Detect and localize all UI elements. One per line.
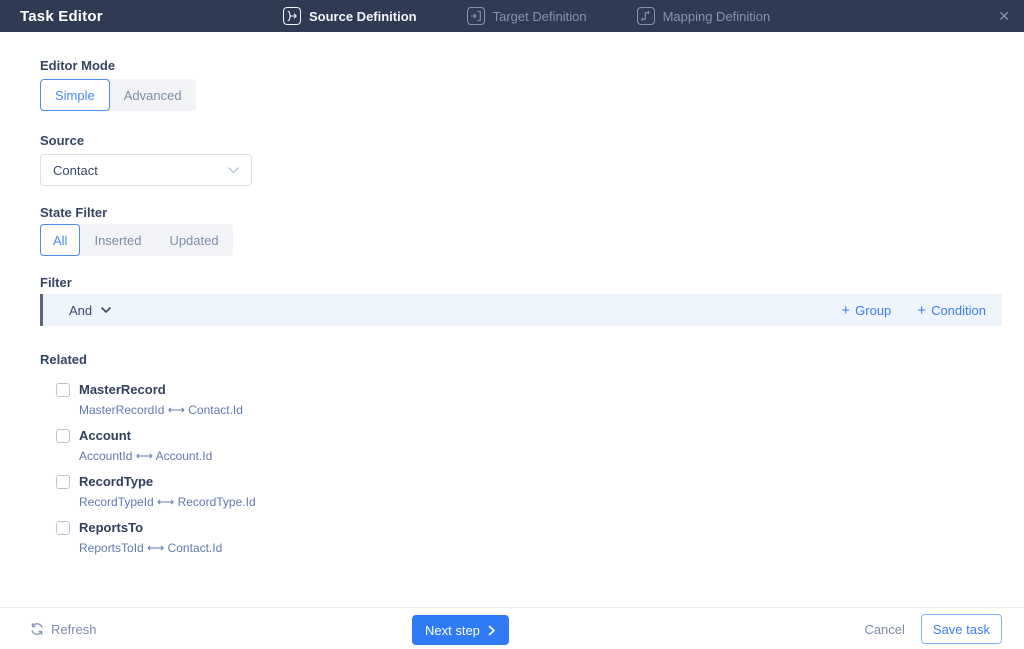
target-definition-icon <box>467 7 485 25</box>
editor-mode-switch: Simple Advanced <box>40 79 196 111</box>
state-filter-updated-button[interactable]: Updated <box>155 224 232 256</box>
tab-label: Mapping Definition <box>663 9 771 24</box>
source-label: Source <box>40 133 84 148</box>
related-item-mapping: RecordTypeId ⟷ RecordType.Id <box>79 495 256 509</box>
related-item-account: Account AccountId ⟷ Account.Id <box>56 428 212 463</box>
related-item-row[interactable]: ReportsTo <box>56 520 222 535</box>
footer-actions: Cancel Save task <box>864 608 1002 649</box>
related-item-mapping: ReportsToId ⟷ Contact.Id <box>79 541 222 555</box>
editor-mode-simple-button[interactable]: Simple <box>40 79 110 111</box>
next-step-label: Next step <box>425 623 480 638</box>
related-item-reportsto: ReportsTo ReportsToId ⟷ Contact.Id <box>56 520 222 555</box>
plus-icon: + <box>841 303 850 318</box>
add-condition-label: Condition <box>931 303 986 318</box>
state-filter-label: State Filter <box>40 205 107 220</box>
filter-operator-dropdown[interactable]: And <box>69 303 111 318</box>
footer-bar: Refresh Next step Cancel Save task <box>0 607 1024 649</box>
refresh-label: Refresh <box>51 622 97 637</box>
recordtype-checkbox[interactable] <box>56 475 70 489</box>
chevron-down-icon <box>228 167 239 174</box>
related-item-row[interactable]: MasterRecord <box>56 382 243 397</box>
window-title: Task Editor <box>20 0 103 32</box>
source-select[interactable]: Contact <box>40 154 252 186</box>
save-task-button[interactable]: Save task <box>921 614 1002 644</box>
related-item-name: MasterRecord <box>79 382 166 397</box>
add-condition-button[interactable]: + Condition <box>917 303 986 318</box>
add-group-button[interactable]: + Group <box>841 303 891 318</box>
task-editor-window: Task Editor Source Definition <box>0 0 1024 649</box>
related-item-row[interactable]: RecordType <box>56 474 256 489</box>
filter-condition-bar: And + Group + Condition <box>40 294 1002 326</box>
filter-label: Filter <box>40 275 72 290</box>
state-filter-inserted-button[interactable]: Inserted <box>80 224 155 256</box>
masterrecord-checkbox[interactable] <box>56 383 70 397</box>
source-definition-icon <box>283 7 301 25</box>
plus-icon: + <box>917 303 926 318</box>
tab-label: Source Definition <box>309 9 417 24</box>
tab-mapping-definition[interactable]: Mapping Definition <box>637 7 771 25</box>
reportsto-checkbox[interactable] <box>56 521 70 535</box>
account-checkbox[interactable] <box>56 429 70 443</box>
related-item-name: RecordType <box>79 474 153 489</box>
tab-source-definition[interactable]: Source Definition <box>283 7 417 25</box>
state-filter-switch: All Inserted Updated <box>40 224 233 256</box>
tab-label: Target Definition <box>493 9 587 24</box>
related-item-row[interactable]: Account <box>56 428 212 443</box>
cancel-button[interactable]: Cancel <box>864 622 904 637</box>
definition-tabs: Source Definition Target Definition <box>283 0 770 32</box>
related-item-masterrecord: MasterRecord MasterRecordId ⟷ Contact.Id <box>56 382 243 417</box>
related-item-name: ReportsTo <box>79 520 143 535</box>
mapping-definition-icon <box>637 7 655 25</box>
filter-operator-value: And <box>69 303 92 318</box>
source-select-value: Contact <box>53 163 228 178</box>
editor-mode-label: Editor Mode <box>40 58 115 73</box>
refresh-icon <box>30 622 44 636</box>
related-item-recordtype: RecordType RecordTypeId ⟷ RecordType.Id <box>56 474 256 509</box>
filter-actions: + Group + Condition <box>841 303 986 318</box>
header-bar: Task Editor Source Definition <box>0 0 1024 32</box>
related-item-name: Account <box>79 428 131 443</box>
refresh-button[interactable]: Refresh <box>30 608 97 649</box>
add-group-label: Group <box>855 303 891 318</box>
next-step-button[interactable]: Next step <box>412 615 509 645</box>
chevron-down-icon <box>101 307 111 313</box>
close-icon[interactable]: ✕ <box>998 0 1010 32</box>
state-filter-all-button[interactable]: All <box>40 224 80 256</box>
chevron-right-icon <box>488 625 496 636</box>
editor-mode-advanced-button[interactable]: Advanced <box>110 79 196 111</box>
related-item-mapping: MasterRecordId ⟷ Contact.Id <box>79 403 243 417</box>
related-label: Related <box>40 352 87 367</box>
tab-target-definition[interactable]: Target Definition <box>467 7 587 25</box>
related-item-mapping: AccountId ⟷ Account.Id <box>79 449 212 463</box>
